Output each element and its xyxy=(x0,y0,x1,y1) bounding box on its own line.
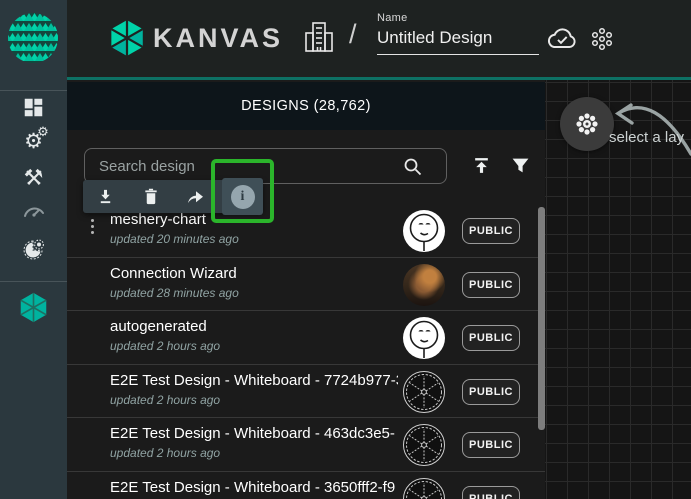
design-title: E2E Test Design - Whiteboard - 463dc3e5- xyxy=(110,425,398,442)
sidebar-item-performance[interactable] xyxy=(0,195,67,229)
design-updated: updated 2 hours ago xyxy=(110,339,220,353)
top-header: KANVAS / Name Untitled Design xyxy=(67,0,691,77)
sidebar-item-extensions[interactable] xyxy=(0,233,67,267)
search-icon[interactable] xyxy=(403,157,422,176)
breadcrumb-separator: / xyxy=(349,19,357,50)
design-name-field[interactable]: Name Untitled Design xyxy=(377,12,539,55)
design-row[interactable]: Connection Wizard updated 28 minutes ago… xyxy=(67,258,545,312)
visibility-badge[interactable]: PUBLIC xyxy=(462,325,520,351)
filter-icon[interactable] xyxy=(511,156,530,175)
designs-drawer: DESIGNS (28,762) xyxy=(67,80,545,499)
sidebar-item-dashboard[interactable] xyxy=(0,90,67,124)
sidebar-item-settings[interactable]: ⚙⚙ xyxy=(0,124,67,158)
gear-flower-icon xyxy=(574,111,600,137)
toolkit-icon: ⚒ xyxy=(24,165,44,191)
visibility-badge[interactable]: PUBLIC xyxy=(462,432,520,458)
visibility-badge[interactable]: PUBLIC xyxy=(462,272,520,298)
kanvas-logo-icon xyxy=(108,19,146,57)
visibility-badge[interactable]: PUBLIC xyxy=(462,379,520,405)
design-title: Connection Wizard xyxy=(110,265,398,282)
design-title: E2E Test Design - Whiteboard - 3650fff2-… xyxy=(110,479,398,496)
canvas-hint-text: select a lay xyxy=(609,129,691,146)
designs-panel-title: DESIGNS (28,762) xyxy=(67,82,545,130)
performance-gauge-icon xyxy=(22,203,46,221)
left-sidebar: ⚙⚙ ⚒ xyxy=(0,0,67,499)
annotation-highlight-box xyxy=(211,159,274,223)
design-updated: updated 2 hours ago xyxy=(110,393,220,407)
building-icon[interactable] xyxy=(304,21,334,53)
row-menu-icon[interactable] xyxy=(91,219,94,234)
design-avatar xyxy=(403,264,445,306)
drawer-scrollbar[interactable] xyxy=(538,207,545,430)
design-row[interactable]: E2E Test Design - Whiteboard - 7724b977-… xyxy=(67,365,545,419)
design-row[interactable]: E2E Test Design - Whiteboard - 463dc3e5-… xyxy=(67,418,545,472)
delete-icon[interactable] xyxy=(128,180,173,213)
design-name-value[interactable]: Untitled Design xyxy=(377,28,539,55)
visibility-badge[interactable]: PUBLIC xyxy=(462,486,520,499)
download-icon[interactable] xyxy=(83,180,128,213)
design-title: E2E Test Design - Whiteboard - 7724b977-… xyxy=(110,372,398,389)
dashboard-icon xyxy=(23,97,44,118)
meshery-logo[interactable] xyxy=(7,12,59,64)
design-list: meshery-chart updated 20 minutes ago PUB… xyxy=(67,204,545,499)
design-name-label: Name xyxy=(377,12,539,24)
design-updated: updated 20 minutes ago xyxy=(110,232,239,246)
extensions-icon xyxy=(22,238,46,262)
design-updated: updated 2 hours ago xyxy=(110,446,220,460)
kanvas-app: KANVAS / Name Untitled Design xyxy=(0,0,691,499)
design-updated: updated 28 minutes ago xyxy=(110,286,239,300)
layer-gear-button[interactable] xyxy=(560,97,614,151)
design-row[interactable]: E2E Test Design - Whiteboard - 3650fff2-… xyxy=(67,472,545,499)
brand-title: KANVAS xyxy=(153,23,283,54)
design-row[interactable]: autogenerated updated 2 hours ago PUBLIC xyxy=(67,311,545,365)
design-avatar xyxy=(403,478,445,499)
mesh-icon[interactable] xyxy=(588,25,616,53)
design-title: autogenerated xyxy=(110,318,398,335)
design-avatar xyxy=(403,317,445,359)
design-canvas[interactable]: select a lay xyxy=(545,80,691,499)
sidebar-item-toolkit[interactable]: ⚒ xyxy=(0,161,67,195)
cloud-done-icon[interactable] xyxy=(546,27,578,51)
visibility-badge[interactable]: PUBLIC xyxy=(462,218,520,244)
design-avatar xyxy=(403,371,445,413)
design-avatar xyxy=(403,424,445,466)
sidebar-divider xyxy=(0,281,67,282)
design-avatar xyxy=(403,210,445,252)
settings-gears-icon: ⚙⚙ xyxy=(24,131,43,152)
publish-icon[interactable] xyxy=(472,156,491,175)
sidebar-item-kanvas[interactable] xyxy=(18,292,49,323)
